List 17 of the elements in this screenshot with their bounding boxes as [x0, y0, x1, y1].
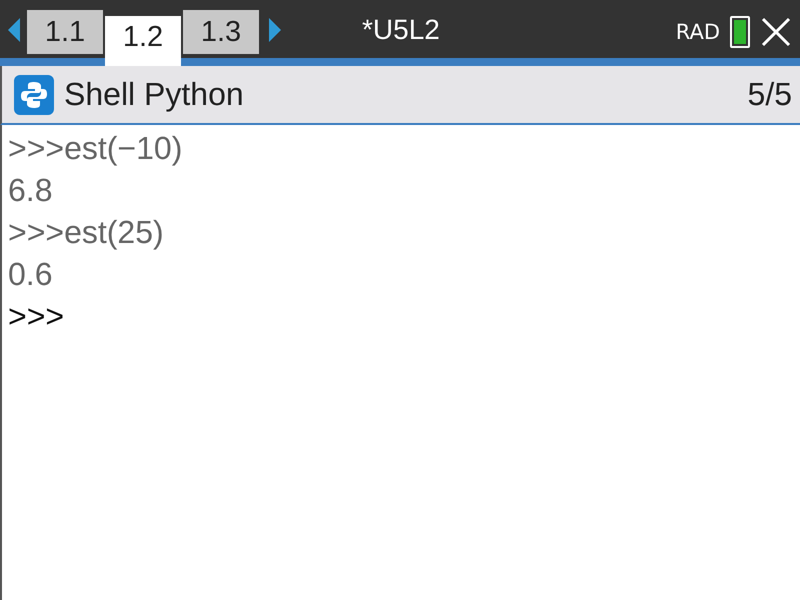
app-title: Shell Python	[64, 76, 244, 113]
output-text: 6.8	[8, 172, 52, 208]
page-tab[interactable]: 1.3	[183, 10, 259, 54]
command-text: >>>est(25)	[8, 214, 164, 250]
right-arrow-icon[interactable]	[267, 16, 283, 44]
battery-icon	[730, 16, 750, 48]
command-text: >>>est(−10)	[8, 130, 182, 166]
output-text: 0.6	[8, 256, 52, 292]
python-logo-icon	[14, 74, 54, 114]
left-arrow-icon[interactable]	[6, 16, 22, 44]
page-tab[interactable]: 1.1	[27, 10, 103, 54]
page-counter: 5/5	[748, 76, 792, 113]
document-title: *U5L2	[362, 14, 440, 46]
command-text: >>>	[8, 298, 64, 334]
angle-mode: RAD	[676, 20, 720, 44]
close-icon[interactable]	[760, 16, 792, 48]
page-tab[interactable]: 1.2	[105, 16, 181, 66]
